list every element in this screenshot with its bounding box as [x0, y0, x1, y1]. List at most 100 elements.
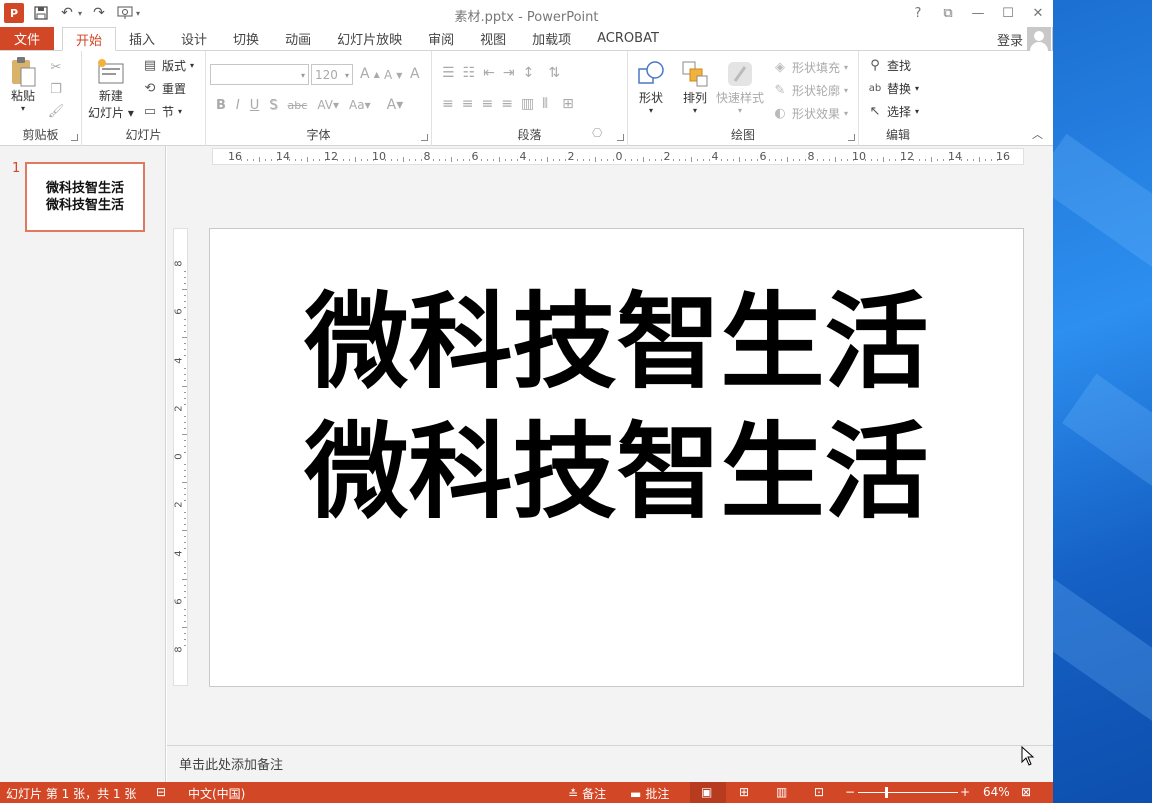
layout-icon: ▤ — [143, 58, 157, 73]
zoom-level[interactable]: 64% — [983, 785, 1010, 799]
italic-button[interactable]: I — [236, 98, 240, 113]
collapse-ribbon-icon[interactable]: ︿ — [1032, 126, 1043, 142]
font-name-dropdown[interactable]: ▾ — [210, 64, 309, 85]
columns-icon[interactable]: ⫴ — [542, 96, 548, 112]
zoom-slider-thumb[interactable] — [885, 787, 888, 798]
cut-icon[interactable]: ✂ — [48, 59, 64, 75]
close-button[interactable]: ✕ — [1023, 0, 1053, 27]
text-direction-icon[interactable]: ⇅ — [548, 65, 560, 81]
quick-styles-button[interactable]: 快速样式 ▾ — [716, 59, 764, 115]
strikethrough-button[interactable]: abc — [288, 99, 308, 112]
notes-pane[interactable]: 单击此处添加备注 — [167, 745, 1053, 782]
ruler-tick — [871, 159, 872, 161]
underline-button[interactable]: U — [250, 98, 260, 113]
ruler-tick — [265, 159, 266, 161]
numbering-icon[interactable]: ☷ — [463, 65, 476, 81]
arrange-button[interactable]: 排列 ▾ — [680, 59, 710, 115]
paste-button[interactable]: 粘贴 ▾ — [8, 57, 38, 113]
layout-button[interactable]: ▤ 版式 ▾ — [142, 57, 194, 74]
replace-button[interactable]: ab 替换 ▾ — [867, 80, 919, 97]
tab-view[interactable]: 视图 — [467, 27, 519, 50]
shape-fill-button[interactable]: ◈ 形状填充 ▾ — [772, 59, 848, 76]
avatar[interactable] — [1027, 27, 1051, 51]
drawing-launcher-icon[interactable] — [848, 134, 855, 141]
reading-view-icon[interactable]: ▥ — [776, 785, 787, 799]
notes-button[interactable]: ≛ 备注 — [568, 785, 606, 802]
format-painter-icon[interactable]: 🖌 — [48, 103, 65, 119]
tab-insert[interactable]: 插入 — [116, 27, 168, 50]
shape-effects-button[interactable]: ◐ 形状效果 ▾ — [772, 105, 848, 122]
tab-transitions[interactable]: 切换 — [220, 27, 272, 50]
distributed-icon[interactable]: ▥ — [521, 96, 534, 112]
shape-outline-button[interactable]: ✎ 形状轮廓 ▾ — [772, 82, 848, 99]
clear-formatting-button[interactable]: A — [410, 66, 420, 82]
shrink-font-button[interactable]: A ▼ — [384, 68, 402, 82]
sign-in-link[interactable]: 登录 — [997, 30, 1023, 49]
slide-canvas[interactable]: 微科技智生活 微科技智生活 — [209, 228, 1024, 687]
ruler-tick — [781, 159, 782, 161]
char-spacing-button[interactable]: AV▾ — [317, 98, 339, 112]
align-center-icon[interactable]: ≡ — [462, 96, 474, 112]
minimize-button[interactable]: — — [963, 0, 993, 27]
ruler-tick — [184, 566, 186, 568]
slides-group: 新建 幻灯片 ▾ ▤ 版式 ▾ ⟲ 重置 ▭ 节 ▾ 幻灯片 — [82, 51, 206, 146]
shadow-button[interactable]: S — [269, 98, 277, 113]
bold-button[interactable]: B — [216, 98, 226, 113]
slide-sorter-icon[interactable]: ⊞ — [739, 785, 749, 799]
font-launcher-icon[interactable] — [421, 134, 428, 141]
zoom-in-button[interactable]: + — [960, 785, 970, 799]
decrease-indent-icon[interactable]: ⇤ — [483, 65, 495, 81]
language-indicator[interactable]: 中文(中国) — [188, 785, 245, 802]
notes-placeholder: 单击此处添加备注 — [179, 758, 284, 773]
font-size-dropdown[interactable]: 120 ▾ — [311, 64, 353, 85]
maximize-button[interactable]: ☐ — [993, 0, 1023, 27]
spell-check-icon[interactable]: ⊟ — [156, 785, 166, 799]
line-spacing-icon[interactable]: ↕ — [523, 65, 535, 81]
ruler-tick — [469, 159, 470, 161]
bullets-icon[interactable]: ☰ — [442, 65, 455, 81]
tab-addins[interactable]: 加载项 — [519, 27, 584, 50]
tab-home[interactable]: 开始 — [62, 27, 117, 51]
ruler-tick — [583, 159, 584, 161]
shapes-button[interactable]: 形状 ▾ — [636, 59, 666, 115]
select-button[interactable]: ↖ 选择 ▾ — [867, 103, 919, 120]
tab-slideshow[interactable]: 幻灯片放映 — [324, 27, 415, 50]
tab-file[interactable]: 文件 — [0, 27, 54, 50]
slide-thumbnail[interactable]: 微科技智生活 微科技智生活 — [25, 162, 145, 232]
vertical-ruler: 8 6 4 2 0 2 4 6 8 — [173, 228, 188, 686]
find-button[interactable]: ⚲ 查找 — [867, 57, 911, 74]
grow-font-button[interactable]: A ▲ — [360, 66, 380, 82]
paragraph-launcher-icon[interactable] — [617, 134, 624, 141]
chevron-down-icon: ▾ — [344, 71, 349, 80]
help-button[interactable]: ? — [903, 0, 933, 27]
align-left-icon[interactable]: ≡ — [442, 96, 454, 112]
effects-icon: ◐ — [774, 106, 786, 121]
tab-animations[interactable]: 动画 — [272, 27, 324, 50]
copy-icon[interactable]: ❐ — [48, 81, 64, 97]
ribbon-display-options-button[interactable]: ⧉ — [933, 0, 963, 27]
slideshow-icon[interactable]: ⊡ — [814, 785, 824, 799]
change-case-button[interactable]: Aa▾ — [349, 98, 371, 112]
ruler-label: 4 — [711, 150, 719, 163]
comments-button[interactable]: ▬ 批注 — [630, 785, 669, 802]
justify-icon[interactable]: ≡ — [501, 96, 513, 112]
section-button[interactable]: ▭ 节 ▾ — [142, 103, 182, 120]
ruler-tick — [184, 614, 186, 616]
align-right-icon[interactable]: ≡ — [481, 96, 493, 112]
increase-indent-icon[interactable]: ⇥ — [503, 65, 515, 81]
ruler-tick — [445, 159, 446, 161]
font-color-button[interactable]: A▾ — [387, 97, 404, 113]
align-text-icon[interactable]: ⊞ — [562, 96, 574, 112]
clipboard-launcher-icon[interactable] — [71, 134, 78, 141]
reset-button[interactable]: ⟲ 重置 — [142, 80, 186, 97]
tab-review[interactable]: 审阅 — [415, 27, 467, 50]
zoom-out-button[interactable]: − — [845, 785, 855, 799]
tab-acrobat[interactable]: ACROBAT — [584, 27, 672, 50]
new-slide-button[interactable]: 新建 幻灯片 ▾ — [88, 57, 134, 121]
slide-title-line[interactable]: 微科技智生活 — [304, 277, 928, 407]
slide-title-line[interactable]: 微科技智生活 — [304, 407, 928, 537]
zoom-slider[interactable] — [858, 792, 958, 793]
tab-design[interactable]: 设计 — [168, 27, 220, 50]
slide-count: 幻灯片 第 1 张，共 1 张 — [6, 787, 137, 801]
fit-to-window-icon[interactable]: ⊠ — [1021, 785, 1031, 799]
